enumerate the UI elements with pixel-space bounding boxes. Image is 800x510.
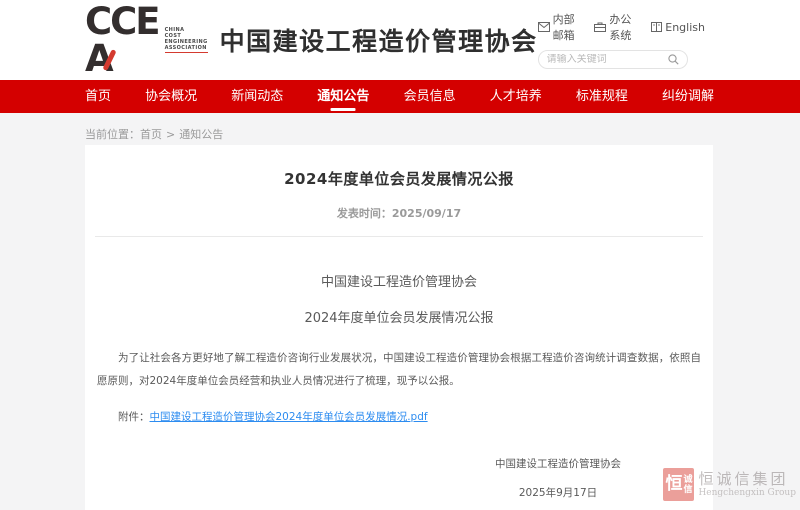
signature-date: 2025年9月17日 <box>453 485 663 500</box>
watermark-name-cn: 恒诚信集团 <box>698 471 796 488</box>
publish-time-label: 发表时间： <box>337 207 392 220</box>
seal-char-main: 恒 <box>665 476 682 493</box>
article-paragraph: 为了让社会各方更好地了解工程造价咨询行业发展状况，中国建设工程造价管理协会根据工… <box>97 347 701 393</box>
nav-item-dispute-mediation[interactable]: 纠纷调解 <box>662 80 714 113</box>
hengchengxin-watermark: 恒 诚 信 恒诚信集团 Hengchengxin Group <box>663 468 796 501</box>
watermark-text: 恒诚信集团 Hengchengxin Group <box>698 471 796 499</box>
article-body-heading-title: 2024年度单位会员发展情况公报 <box>85 307 713 326</box>
briefcase-icon <box>594 22 606 32</box>
nav-item-notices[interactable]: 通知公告 <box>317 80 369 113</box>
logo-tagline: CHINA COST ENGINEERING ASSOCIATION <box>165 27 208 53</box>
attachment-row: 附件：中国建设工程造价管理协会2024年度单位会员发展情况.pdf <box>118 409 701 424</box>
search-input[interactable] <box>547 54 664 65</box>
quick-link-label: 内部邮箱 <box>553 11 581 43</box>
quick-link-label: English <box>665 21 705 34</box>
logo-tagline-line: ASSOCIATION <box>165 45 208 51</box>
nav-item-association-overview[interactable]: 协会概况 <box>145 80 197 113</box>
english-link[interactable]: English <box>651 21 705 34</box>
breadcrumb-separator: > <box>166 128 175 141</box>
main-nav: 首页 协会概况 新闻动态 通知公告 会员信息 人才培养 标准规程 纠纷调解 <box>0 80 800 113</box>
seal-char-top: 诚 <box>683 475 692 485</box>
signature-org: 中国建设工程造价管理协会 <box>453 456 663 471</box>
logo-acronym: CCEA <box>85 3 159 77</box>
article-card: 2024年度单位会员发展情况公报 发表时间：2025/09/17 中国建设工程造… <box>85 145 713 510</box>
breadcrumb-home-link[interactable]: 首页 <box>140 128 162 141</box>
search-box <box>538 50 688 69</box>
signature-block: 中国建设工程造价管理协会 2025年9月17日 <box>453 456 663 500</box>
site-header: CCEA CHINA COST ENGINEERING ASSOCIATION … <box>0 0 800 80</box>
mail-icon <box>538 22 550 32</box>
nav-item-news[interactable]: 新闻动态 <box>231 80 283 113</box>
office-system-link[interactable]: 办公系统 <box>594 11 637 43</box>
breadcrumb: 当前位置：首页 > 通知公告 <box>85 126 800 142</box>
internal-mail-link[interactable]: 内部邮箱 <box>538 11 581 43</box>
publish-time-value: 2025/09/17 <box>392 207 461 220</box>
book-icon <box>651 22 662 32</box>
quick-link-label: 办公系统 <box>609 11 637 43</box>
nav-item-member-info[interactable]: 会员信息 <box>404 80 456 113</box>
nav-item-home[interactable]: 首页 <box>85 80 111 113</box>
breadcrumb-current-link[interactable]: 通知公告 <box>179 128 223 141</box>
nav-item-standards[interactable]: 标准规程 <box>576 80 628 113</box>
attachment-pdf-link[interactable]: 中国建设工程造价管理协会2024年度单位会员发展情况.pdf <box>150 411 428 423</box>
header-left: CCEA CHINA COST ENGINEERING ASSOCIATION … <box>85 3 538 77</box>
article-body-heading-org: 中国建设工程造价管理协会 <box>85 271 713 290</box>
site-logo[interactable]: CCEA CHINA COST ENGINEERING ASSOCIATION <box>85 3 208 77</box>
header-right: 内部邮箱 办公系统 English <box>538 11 705 69</box>
article-title: 2024年度单位会员发展情况公报 <box>85 168 713 189</box>
title-divider <box>95 236 703 237</box>
search-icon[interactable] <box>668 54 679 65</box>
hengchengxin-seal-logo: 恒 诚 信 <box>663 468 694 501</box>
seal-side-chars: 诚 信 <box>683 475 692 495</box>
nav-item-talent-training[interactable]: 人才培养 <box>490 80 542 113</box>
seal-char-bottom: 信 <box>683 485 692 495</box>
org-name-title: 中国建设工程造价管理协会 <box>220 22 538 58</box>
breadcrumb-label: 当前位置： <box>85 128 140 141</box>
publish-time: 发表时间：2025/09/17 <box>85 205 713 221</box>
main-nav-inner: 首页 协会概况 新闻动态 通知公告 会员信息 人才培养 标准规程 纠纷调解 <box>85 80 714 113</box>
attachment-label: 附件： <box>118 411 150 423</box>
watermark-name-en: Hengchengxin Group <box>698 488 796 499</box>
logo-letter-a-with-red-swoosh: A <box>85 40 112 77</box>
quick-links: 内部邮箱 办公系统 English <box>538 11 705 43</box>
